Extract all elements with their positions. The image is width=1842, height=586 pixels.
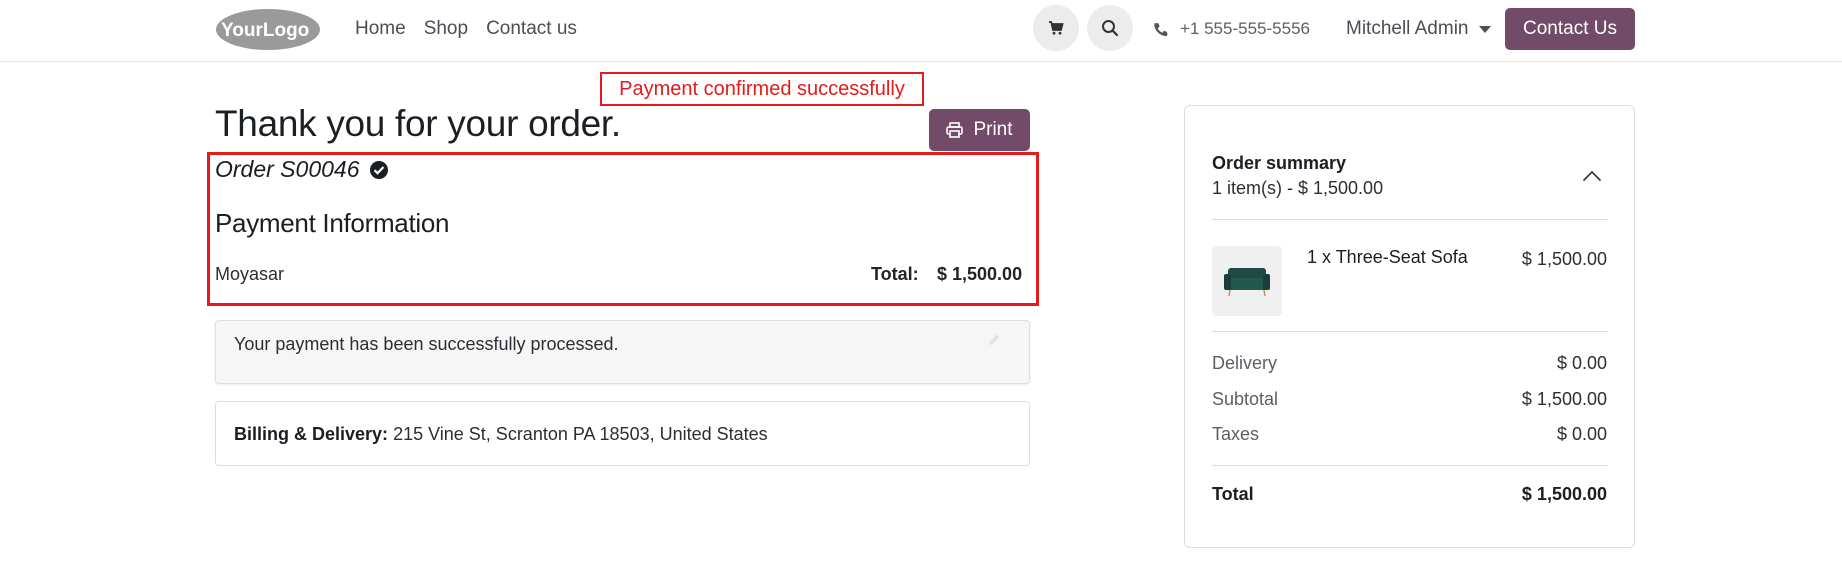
printer-icon bbox=[946, 122, 964, 138]
cart-icon bbox=[1049, 21, 1064, 35]
delivery-label: Delivery bbox=[1212, 353, 1278, 373]
user-menu[interactable]: Mitchell Admin bbox=[1346, 18, 1491, 40]
search-icon bbox=[1102, 20, 1119, 37]
phone-number: +1 555-555-5556 bbox=[1180, 19, 1310, 38]
taxes-value: $ 0.00 bbox=[1556, 424, 1607, 444]
subtotal-label: Subtotal bbox=[1212, 389, 1279, 409]
delivery-value: $ 0.00 bbox=[1556, 353, 1607, 373]
chevron-up-icon[interactable] bbox=[1582, 170, 1602, 182]
payment-message: Your payment has been successfully proce… bbox=[234, 334, 619, 354]
phone-icon bbox=[1154, 22, 1168, 36]
total-label: Total: bbox=[871, 264, 919, 284]
nav-shop[interactable]: Shop bbox=[424, 18, 468, 40]
total-value: $ 1,500.00 bbox=[937, 264, 1023, 284]
address-label: Billing & Delivery: bbox=[234, 424, 389, 444]
logo-text: YourLogo bbox=[221, 20, 309, 41]
address-line: Billing & Delivery: 215 Vine St, Scranto… bbox=[234, 424, 768, 445]
phone-link[interactable]: +1 555-555-5556 bbox=[1153, 19, 1310, 39]
logo[interactable]: YourLogo bbox=[215, 8, 321, 51]
site-header: YourLogo Home Shop Contact us +1 555-555… bbox=[0, 0, 1842, 62]
pencil-icon[interactable] bbox=[987, 333, 1001, 347]
address-value: 215 Vine St, Scranton PA 18503, United S… bbox=[393, 424, 768, 444]
payment-provider: Moyasar bbox=[215, 264, 285, 284]
print-button[interactable]: Print bbox=[929, 109, 1030, 151]
payment-message-box: Your payment has been successfully proce… bbox=[215, 320, 1030, 384]
grand-total-label: Total bbox=[1212, 484, 1254, 504]
taxes-label: Taxes bbox=[1212, 424, 1260, 444]
item-price: $ 1,500.00 bbox=[1521, 249, 1607, 269]
search-button[interactable] bbox=[1087, 5, 1133, 51]
summary-divider bbox=[1212, 219, 1608, 220]
summary-title: Order summary bbox=[1212, 153, 1347, 173]
cart-button[interactable] bbox=[1033, 5, 1079, 51]
order-name: Order S00046 bbox=[215, 156, 360, 182]
confirmation-annotation: Payment confirmed successfully bbox=[600, 72, 924, 106]
item-name[interactable]: 1 x Three-Seat Sofa bbox=[1307, 247, 1468, 268]
sofa-icon bbox=[1224, 268, 1270, 297]
page-title: Thank you for your order. bbox=[215, 103, 621, 144]
order-summary-card: Order summary 1 item(s) - $ 1,500.00 1 x… bbox=[1184, 105, 1635, 548]
subtotal-value: $ 1,500.00 bbox=[1521, 389, 1607, 409]
user-name: Mitchell Admin bbox=[1346, 18, 1469, 39]
contact-us-button[interactable]: Contact Us bbox=[1505, 8, 1635, 50]
summary-divider bbox=[1212, 331, 1608, 332]
product-thumbnail bbox=[1212, 246, 1282, 316]
nav-contact[interactable]: Contact us bbox=[486, 18, 577, 40]
print-label: Print bbox=[973, 119, 1013, 140]
payment-heading: Payment Information bbox=[215, 208, 450, 238]
check-circle-icon bbox=[370, 160, 389, 179]
order-line: Order S00046 bbox=[215, 156, 389, 183]
nav-home[interactable]: Home bbox=[355, 18, 406, 40]
grand-total-value: $ 1,500.00 bbox=[1521, 484, 1607, 504]
chevron-down-icon bbox=[1478, 25, 1491, 33]
summary-divider bbox=[1212, 465, 1608, 466]
main-nav: Home Shop Contact us bbox=[355, 18, 577, 40]
summary-subtitle: 1 item(s) - $ 1,500.00 bbox=[1212, 178, 1384, 198]
address-box: Billing & Delivery: 215 Vine St, Scranto… bbox=[215, 401, 1030, 466]
